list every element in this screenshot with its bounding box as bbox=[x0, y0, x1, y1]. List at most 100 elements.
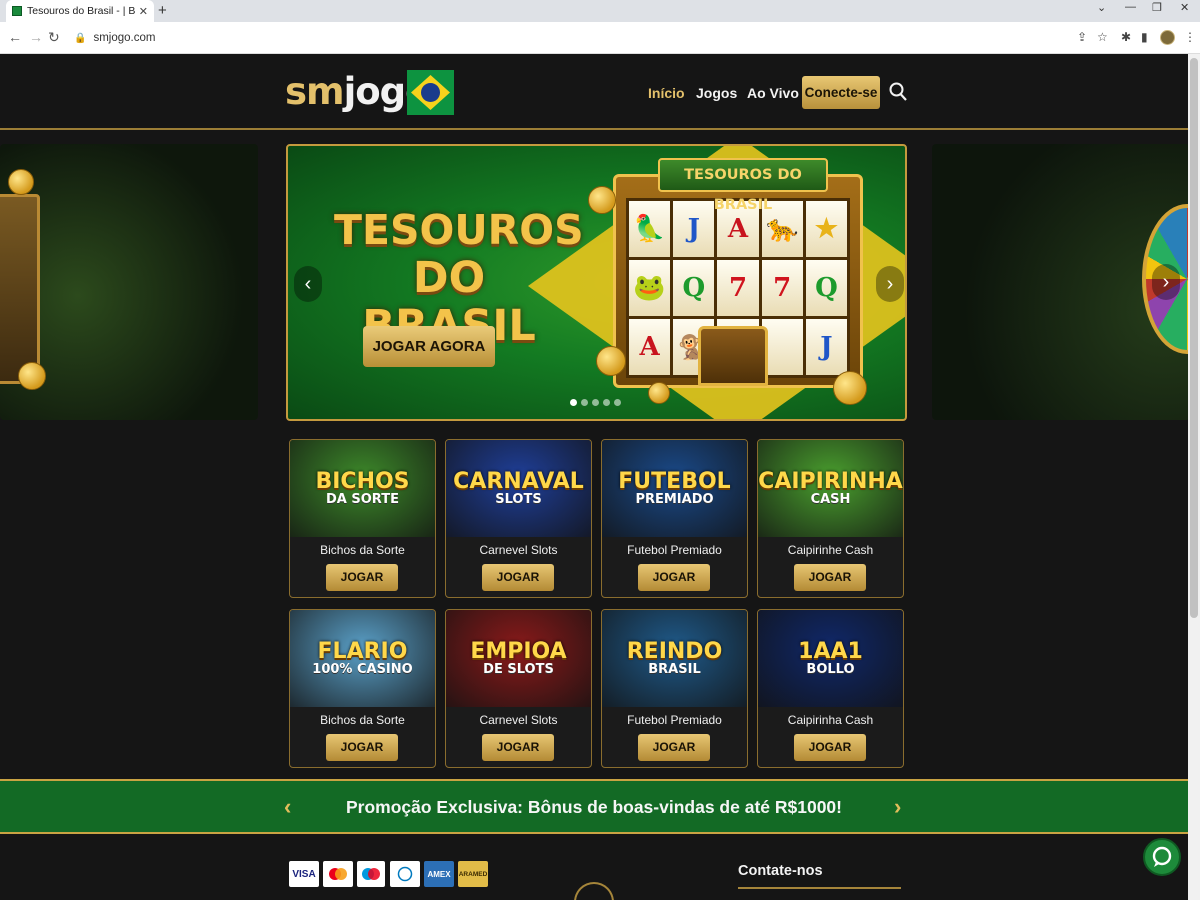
live-chat-button[interactable] bbox=[1143, 838, 1181, 876]
game-thumbnail[interactable]: EMPIOA DE SLOTS bbox=[446, 610, 591, 707]
jogar-button[interactable]: JOGAR bbox=[326, 564, 398, 591]
conecte-se-button[interactable]: Conecte-se bbox=[802, 76, 880, 109]
treasure-chest-icon bbox=[698, 326, 768, 386]
game-thumbnail[interactable]: FLARIO 100% CASINO bbox=[290, 610, 435, 707]
contact-title: Contate-nos bbox=[738, 863, 823, 879]
new-tab-button[interactable]: + bbox=[158, 2, 167, 19]
thumb-line1: 1AA1 bbox=[798, 639, 863, 664]
contact-divider bbox=[738, 887, 901, 889]
site-viewport: smjogo Início Jogos Ao Vivo Conecte-se ›… bbox=[0, 54, 1188, 900]
profile-avatar[interactable] bbox=[1160, 30, 1175, 45]
game-card[interactable]: FLARIO 100% CASINO Bichos da Sorte JOGAR bbox=[289, 609, 436, 768]
reel-symbol: 🦜 bbox=[629, 201, 671, 257]
search-icon[interactable] bbox=[889, 82, 907, 102]
jogar-button[interactable]: JOGAR bbox=[482, 564, 554, 591]
slot-banner: TESOUROS DO BRASIL bbox=[658, 158, 828, 213]
game-thumbnail[interactable]: FUTEBOL PREMIADO bbox=[602, 440, 747, 537]
game-thumbnail-title: 1AA1 BOLLO bbox=[798, 639, 863, 677]
game-thumbnail[interactable]: 1AA1 BOLLO bbox=[758, 610, 903, 707]
game-card[interactable]: EMPIOA DE SLOTS Carnevel Slots JOGAR bbox=[445, 609, 592, 768]
game-thumbnail[interactable]: BICHOS DA SORTE bbox=[290, 440, 435, 537]
thumb-line1: REINDO bbox=[626, 639, 723, 664]
page-scrollbar[interactable] bbox=[1188, 54, 1200, 900]
thumb-line1: CARNAVAL bbox=[453, 469, 584, 494]
share-icon[interactable]: ⇪ bbox=[1077, 30, 1087, 44]
reel-symbol: J bbox=[673, 201, 715, 257]
game-thumbnail[interactable]: REINDO BRASIL bbox=[602, 610, 747, 707]
game-thumbnail-title: FUTEBOL PREMIADO bbox=[618, 471, 730, 507]
thumb-line1: CAIPIRINHA bbox=[758, 469, 903, 494]
hero-title-line1: TESOUROS bbox=[334, 206, 584, 254]
side-panel-icon[interactable]: ▮ bbox=[1141, 30, 1148, 44]
hero-banner[interactable]: TESOUROS DO BRASIL JOGAR AGORA 🦜JA🐆★🐸Q77… bbox=[286, 144, 907, 421]
thumb-line2: DE SLOTS bbox=[483, 662, 554, 677]
restore-icon[interactable]: ❐ bbox=[1152, 1, 1162, 14]
address-bar[interactable]: 🔒 smjogo.com bbox=[66, 26, 1116, 50]
nav-jogos[interactable]: Jogos bbox=[696, 85, 737, 101]
reel-symbol: 🐸 bbox=[629, 260, 671, 316]
jogar-button[interactable]: JOGAR bbox=[794, 734, 866, 761]
diners-icon bbox=[390, 861, 420, 887]
bookmark-star-icon[interactable]: ☆ bbox=[1097, 30, 1108, 44]
scrollbar-thumb[interactable] bbox=[1190, 58, 1198, 618]
coin-icon bbox=[596, 346, 626, 376]
carousel-next-slide[interactable]: › bbox=[932, 144, 1188, 420]
game-thumbnail-title: FLARIO 100% CASINO bbox=[312, 641, 412, 677]
game-thumbnail-title: REINDO BRASIL bbox=[626, 639, 723, 677]
brazil-flag-icon bbox=[407, 70, 454, 115]
carousel-next-arrow-icon[interactable]: › bbox=[876, 266, 904, 302]
carousel-dot[interactable] bbox=[581, 399, 588, 406]
game-card[interactable]: CARNAVAL SLOTS Carnevel Slots JOGAR bbox=[445, 439, 592, 598]
minimize-icon[interactable]: — bbox=[1125, 1, 1136, 13]
game-thumbnail-title: EMPIOA DE SLOTS bbox=[470, 641, 566, 677]
game-card[interactable]: CAIPIRINHA CASH Caipirinhe Cash JOGAR bbox=[757, 439, 904, 598]
jogar-button[interactable]: JOGAR bbox=[326, 734, 398, 761]
visa-icon: VISA bbox=[289, 861, 319, 887]
game-thumbnail-title: CAIPIRINHA CASH bbox=[758, 469, 903, 507]
coin-icon bbox=[18, 362, 46, 390]
carousel-dot[interactable] bbox=[592, 399, 599, 406]
carousel-prev-slide[interactable] bbox=[0, 144, 258, 420]
jogar-button[interactable]: JOGAR bbox=[482, 734, 554, 761]
game-thumbnail[interactable]: CARNAVAL SLOTS bbox=[446, 440, 591, 537]
reel-symbol: ★ bbox=[805, 201, 847, 257]
jogar-agora-button[interactable]: JOGAR AGORA bbox=[363, 326, 495, 367]
carousel-dot[interactable] bbox=[570, 399, 577, 406]
jogar-button[interactable]: JOGAR bbox=[794, 564, 866, 591]
game-name: Caipirinhe Cash bbox=[787, 543, 874, 557]
extensions-icon[interactable]: ✱ bbox=[1121, 30, 1131, 44]
carousel-dot[interactable] bbox=[603, 399, 610, 406]
footer-emblem-icon bbox=[574, 882, 614, 900]
nav-inicio[interactable]: Início bbox=[648, 85, 685, 101]
nav-ao-vivo[interactable]: Ao Vivo bbox=[747, 85, 799, 101]
menu-dots-icon[interactable]: ⋮ bbox=[1184, 30, 1196, 44]
browser-tab[interactable]: Tesouros do Brasil - | Braline ✕ bbox=[6, 0, 154, 22]
game-card[interactable]: FUTEBOL PREMIADO Futebol Premiado JOGAR bbox=[601, 439, 748, 598]
forward-icon[interactable]: → bbox=[29, 29, 43, 45]
carousel-prev-arrow-icon[interactable]: ‹ bbox=[294, 266, 322, 302]
site-header: smjogo Início Jogos Ao Vivo Conecte-se bbox=[0, 54, 1188, 130]
close-tab-icon[interactable]: ✕ bbox=[139, 5, 148, 18]
aramed-icon: ARAMED bbox=[458, 861, 488, 887]
reload-icon[interactable]: ↻ bbox=[48, 29, 60, 46]
coin-icon bbox=[8, 169, 34, 195]
game-name: Bichos da Sorte bbox=[320, 713, 405, 727]
jogar-button[interactable]: JOGAR bbox=[638, 564, 710, 591]
promo-next-arrow-icon[interactable]: › bbox=[894, 794, 901, 820]
game-name: Futebol Premiado bbox=[627, 713, 722, 727]
game-thumbnail[interactable]: CAIPIRINHA CASH bbox=[758, 440, 903, 537]
carousel-dot[interactable] bbox=[614, 399, 621, 406]
reel-symbol: 7 bbox=[717, 260, 759, 316]
game-name: Futebol Premiado bbox=[627, 543, 722, 557]
thumb-line1: BICHOS bbox=[315, 469, 410, 494]
game-card[interactable]: BICHOS DA SORTE Bichos da Sorte JOGAR bbox=[289, 439, 436, 598]
tab-search-icon[interactable]: ⌄ bbox=[1097, 1, 1106, 14]
game-card[interactable]: 1AA1 BOLLO Caipirinha Cash JOGAR bbox=[757, 609, 904, 768]
reel-symbol: Q bbox=[673, 260, 715, 316]
carousel-dots[interactable] bbox=[570, 399, 621, 406]
jogar-button[interactable]: JOGAR bbox=[638, 734, 710, 761]
back-icon[interactable]: ← bbox=[8, 29, 22, 45]
side-next-arrow-icon[interactable]: › bbox=[1152, 264, 1180, 300]
game-card[interactable]: REINDO BRASIL Futebol Premiado JOGAR bbox=[601, 609, 748, 768]
close-window-icon[interactable]: ✕ bbox=[1180, 1, 1189, 14]
